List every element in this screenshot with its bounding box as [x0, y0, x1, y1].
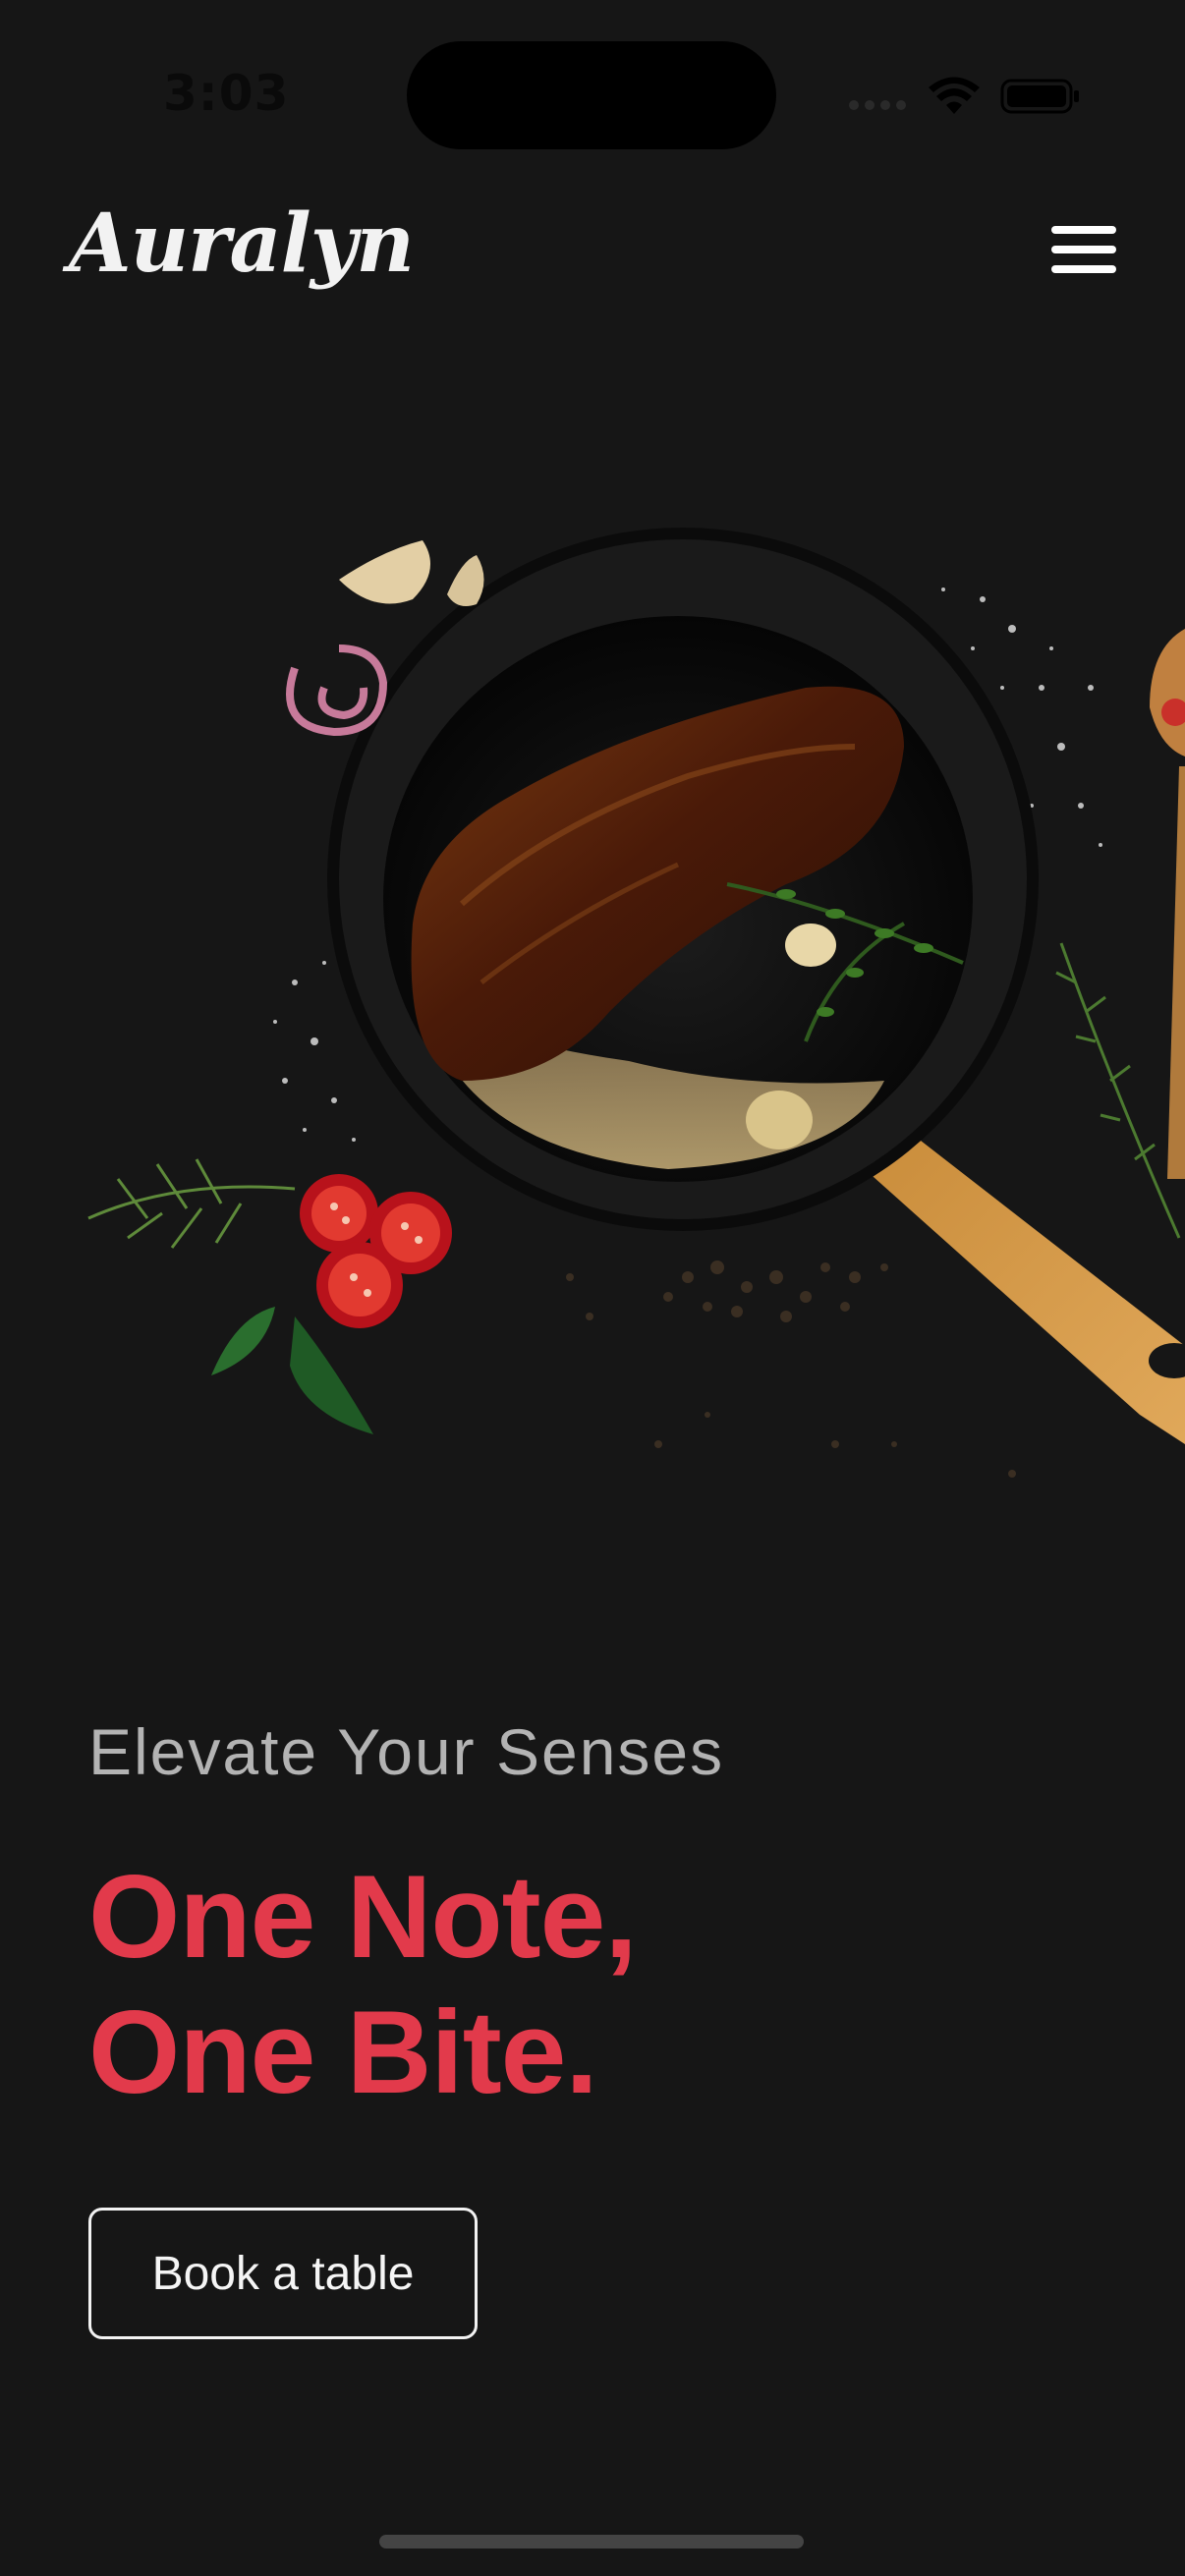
hero-food-image [87, 528, 1185, 1478]
status-time: 3:03 [163, 65, 290, 122]
headline-line-2: One Bite. [88, 1987, 598, 2118]
headline-line-1: One Note, [88, 1851, 638, 1983]
hero-headline: One Note, One Bite. [88, 1849, 638, 2120]
hamburger-menu-icon[interactable] [1051, 226, 1116, 275]
home-indicator[interactable] [379, 2535, 804, 2548]
hero-tagline: Elevate Your Senses [88, 1715, 725, 1788]
status-bar: 3:03 [0, 0, 1185, 177]
cellular-signal-icon [849, 100, 906, 110]
wifi-icon [929, 77, 980, 114]
dynamic-island [407, 41, 776, 149]
battery-icon [1000, 79, 1079, 114]
brand-logo[interactable]: Auralyn [69, 196, 415, 291]
book-a-table-button[interactable]: Book a table [88, 2208, 478, 2339]
